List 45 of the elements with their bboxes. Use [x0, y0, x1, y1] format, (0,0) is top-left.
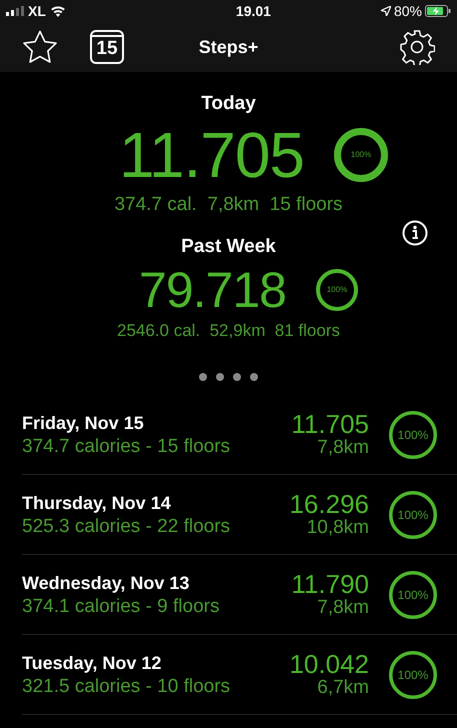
day-details: 321.5 calories - 10 floors [22, 674, 230, 698]
summary-details: 2546.0 cal. 52,9km 81 floors [116, 320, 340, 342]
day-date: Wednesday, Nov 13 [22, 572, 190, 594]
signal-icon [6, 6, 24, 16]
day-date: Thursday, Nov 14 [22, 492, 172, 514]
summary-details: 374.7 cal. 7,8km 15 floors [114, 192, 343, 216]
info-icon[interactable] [402, 220, 428, 246]
section-heading: Today [201, 92, 256, 116]
day-distance: 7,8km [317, 436, 369, 458]
battery-charging-icon [425, 5, 451, 17]
ring-percent: 100% [396, 586, 430, 604]
calendar-button[interactable]: 15 [90, 30, 124, 64]
day-steps: 10.042 [289, 650, 369, 676]
day-row[interactable]: Friday, Nov 15 374.7 calories - 15 floors 11.705 7,8km 100% [22, 395, 457, 475]
step-count: 79.718 [139, 264, 286, 314]
day-details: 374.1 calories - 9 floors [22, 594, 220, 618]
day-details: 525.3 calories - 22 floors [22, 514, 230, 538]
step-count: 11.705 [119, 122, 304, 186]
day-row[interactable]: Wednesday, Nov 13 374.1 calories - 9 floors 11.790 7,8km 100% [22, 555, 457, 635]
day-steps: 16.296 [289, 490, 369, 516]
ring-percent: 100% [396, 506, 430, 524]
star-icon[interactable] [22, 30, 58, 64]
location-arrow-icon [380, 6, 391, 16]
clock-time: 19.01 [236, 2, 271, 20]
day-date: Friday, Nov 15 [22, 412, 145, 434]
day-row[interactable]: Tuesday, Nov 12 321.5 calories - 10 floors 10.042 6,7km 100% [22, 635, 457, 715]
day-date: Tuesday, Nov 12 [22, 652, 162, 674]
ring-percent: 100% [326, 284, 348, 296]
app-title: Steps+ [198, 36, 258, 59]
page-indicator[interactable] [196, 373, 260, 381]
day-distance: 7,8km [317, 596, 369, 618]
day-details: 374.7 calories - 15 floors [22, 434, 230, 458]
day-distance: 10,8km [306, 516, 369, 538]
ring-percent: 100% [350, 148, 372, 160]
ring-percent: 100% [396, 426, 430, 444]
wifi-icon [50, 5, 66, 17]
ring-percent: 100% [396, 666, 430, 684]
day-row[interactable]: Thursday, Nov 14 525.3 calories - 22 floors 16.296 10,8km 100% [22, 475, 457, 555]
day-distance: 6,7km [317, 676, 369, 698]
day-steps: 11.705 [291, 410, 369, 436]
day-steps: 11.790 [291, 570, 369, 596]
carrier-name: XL [28, 2, 46, 20]
battery-percent: 80% [394, 2, 422, 20]
section-heading: Past Week [181, 235, 276, 259]
settings-icon[interactable] [399, 29, 435, 65]
